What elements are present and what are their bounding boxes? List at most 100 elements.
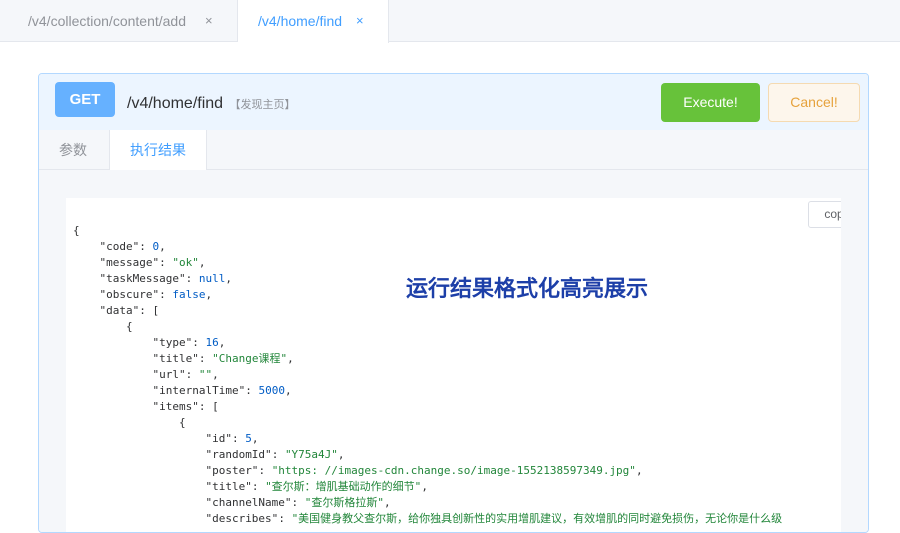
code-line: "data": [: [73, 303, 782, 319]
path-note: 【发现主页】: [229, 99, 296, 111]
code-token: "message": [99, 256, 160, 269]
code-token: "data": [99, 304, 140, 317]
code-token: null: [198, 272, 226, 285]
code-token: "internalTime": [152, 384, 246, 397]
code-token: "poster": [205, 464, 259, 477]
code-token: 5000: [258, 384, 285, 397]
tab-home-find[interactable]: /v4/home/find ×: [238, 0, 389, 43]
code-line: "title": "Change课程",: [73, 351, 782, 367]
code-line: {: [73, 223, 782, 239]
execute-button[interactable]: Execute!: [661, 83, 760, 122]
code-token: :: [139, 240, 153, 253]
code-token: :: [185, 368, 199, 381]
code-line: "url": "",: [73, 367, 782, 383]
overlay-caption: 运行结果格式化高亮展示: [406, 277, 649, 302]
code-token: :: [185, 272, 199, 285]
code-token: "title": [205, 480, 252, 493]
code-token: "id": [205, 432, 232, 445]
code-token: :: [251, 480, 266, 493]
code-token: "": [198, 368, 213, 381]
method-badge: GET: [55, 82, 115, 117]
code-token: :: [192, 336, 206, 349]
code-line: {: [73, 415, 782, 431]
code-token: ,: [284, 384, 292, 397]
code-token: ,: [198, 256, 206, 269]
code-token: "url": [152, 368, 186, 381]
tab-label: /v4/home/find: [258, 13, 343, 29]
code-token: :: [198, 352, 213, 365]
request-card: GET /v4/home/find 【发现主页】 Execute! Cancel…: [38, 73, 869, 533]
code-token: false: [172, 288, 206, 301]
code-token: :: [245, 384, 259, 397]
code-token: "https: //images-cdn.change.so/image-155…: [271, 464, 636, 477]
code-token: :: [159, 288, 173, 301]
code-token: "code": [99, 240, 140, 253]
code-line: "code": 0,: [73, 239, 782, 255]
request-header: GET /v4/home/find 【发现主页】 Execute! Cancel…: [39, 74, 868, 130]
code-token: {: [73, 224, 80, 237]
tab-collection-content-add[interactable]: /v4/collection/content/add ×: [8, 0, 238, 42]
code-token: ,: [225, 272, 232, 285]
code-token: :: [159, 256, 173, 269]
code-token: ,: [212, 368, 219, 381]
result-codebox: copy { "code": 0, "message": "ok", "task…: [66, 198, 841, 532]
code-line: "internalTime": 5000,: [73, 383, 782, 399]
code-token: "channelName": [205, 496, 292, 509]
code-line: "channelName": "查尔斯格拉斯",: [73, 495, 782, 511]
code-token: ,: [218, 336, 226, 349]
code-line: "poster": "https: //images-cdn.change.so…: [73, 463, 782, 479]
code-token: "查尔斯格拉斯": [304, 496, 385, 509]
path-text: /v4/home/find: [127, 95, 224, 112]
code-token: :: [278, 512, 292, 525]
code-token: :: [271, 448, 285, 461]
code-token: ,: [159, 240, 166, 253]
code-line: "randomId": "Y75a4J",: [73, 447, 782, 463]
code-line: "id": 5,: [73, 431, 782, 447]
code-token: ,: [205, 288, 213, 301]
code-token: ,: [337, 448, 345, 461]
cancel-button[interactable]: Cancel!: [768, 83, 860, 122]
code-token: ,: [287, 352, 294, 365]
code-token: "describes": [205, 512, 279, 525]
code-token: : [: [139, 304, 160, 317]
close-icon[interactable]: ×: [205, 0, 213, 42]
code-line: "items": [: [73, 399, 782, 415]
code-token: :: [291, 496, 305, 509]
code-token: ,: [421, 480, 428, 493]
code-token: "美国健身教父查尔斯，给你独具创新性的实用增肌建议，有效增肌的同时避免损伤，无论…: [291, 512, 783, 525]
code-token: 16: [205, 336, 219, 349]
code-token: 5: [245, 432, 252, 445]
code-token: ,: [384, 496, 391, 509]
code-line: "title": "查尔斯：增肌基础动作的细节",: [73, 479, 782, 495]
close-icon[interactable]: ×: [356, 0, 364, 42]
code-token: ,: [635, 464, 643, 477]
code-token: "ok": [172, 256, 199, 269]
code-line: "message": "ok",: [73, 255, 782, 271]
subtab-bar: 参数 执行结果: [39, 130, 868, 171]
result-panel: copy { "code": 0, "message": "ok", "task…: [39, 170, 868, 532]
tab-label: /v4/collection/content/add: [28, 13, 186, 29]
code-line: "type": 16,: [73, 335, 782, 351]
tab-params[interactable]: 参数: [59, 130, 87, 170]
code-token: "obscure": [99, 288, 160, 301]
code-token: {: [125, 320, 133, 333]
request-path: /v4/home/find 【发现主页】: [127, 95, 296, 113]
code-token: "title": [152, 352, 199, 365]
code-token: "taskMessage": [99, 272, 186, 285]
code-token: "type": [152, 336, 193, 349]
code-token: "Change课程": [212, 352, 288, 365]
code-token: "randomId": [205, 448, 272, 461]
code-token: ,: [251, 432, 259, 445]
code-token: :: [231, 432, 246, 445]
code-token: "Y75a4J": [284, 448, 338, 461]
code-token: : [: [198, 400, 219, 413]
code-token: {: [178, 416, 186, 429]
copy-button[interactable]: copy: [808, 201, 841, 228]
tab-result[interactable]: 执行结果: [109, 130, 207, 171]
json-result: { "code": 0, "message": "ok", "taskMessa…: [73, 223, 782, 527]
code-line: {: [73, 319, 782, 335]
tab-bar: /v4/collection/content/add × /v4/home/fi…: [0, 0, 900, 43]
code-token: "items": [152, 400, 199, 413]
code-token: :: [258, 464, 272, 477]
code-token: "查尔斯：增肌基础动作的细节": [265, 480, 422, 493]
